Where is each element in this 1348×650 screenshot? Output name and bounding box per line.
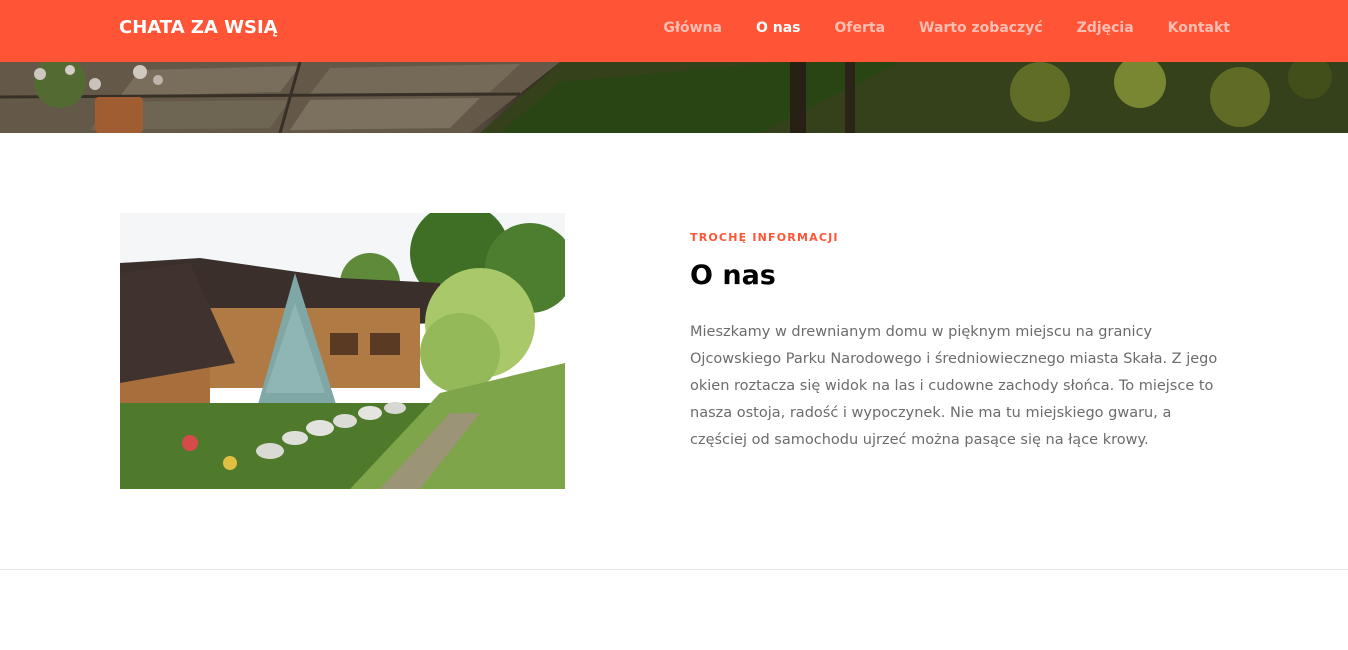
house-photo xyxy=(120,213,565,489)
navbar: CHATA ZA WSIĄ Główna O nas Oferta Warto … xyxy=(0,0,1348,62)
section-subtitle: TROCHĘ INFORMACJI xyxy=(690,231,839,244)
section-divider xyxy=(0,569,1348,570)
hero-banner-image xyxy=(0,62,1348,133)
nav-item-kontakt[interactable]: Kontakt xyxy=(1168,20,1230,36)
nav-item-o-nas[interactable]: O nas xyxy=(756,20,801,36)
about-description: Mieszkamy w drewnianym domu w pięknym mi… xyxy=(690,324,1218,448)
nav-item-warto-zobaczyc[interactable]: Warto zobaczyć xyxy=(919,20,1043,36)
main-nav: Główna O nas Oferta Warto zobaczyć Zdjęc… xyxy=(629,20,1230,36)
nav-item-glowna[interactable]: Główna xyxy=(663,20,722,36)
brand-logo[interactable]: CHATA ZA WSIĄ xyxy=(119,17,278,38)
house-photo-drawing xyxy=(120,213,565,489)
hero-banner-photo xyxy=(0,62,1348,133)
nav-item-zdjecia[interactable]: Zdjęcia xyxy=(1077,20,1134,36)
nav-item-oferta[interactable]: Oferta xyxy=(835,20,886,36)
section-title: O nas xyxy=(690,260,776,291)
